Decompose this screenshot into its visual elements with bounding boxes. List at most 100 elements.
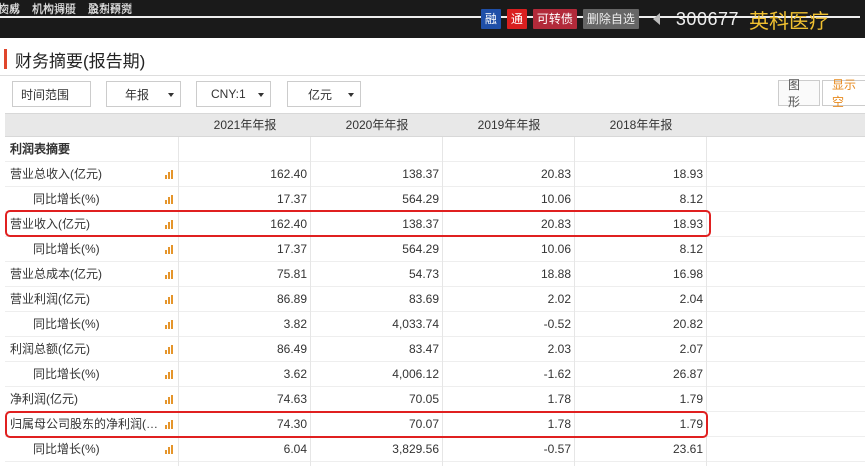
highlight-box	[5, 210, 711, 237]
table-cell: 26.87	[672, 367, 703, 381]
stock-header: 融 通 可转债 删除自选 300677 英科医疗	[480, 0, 865, 38]
table-cell: 4,006.12	[392, 367, 439, 381]
chevron-down-icon	[258, 93, 264, 97]
table-cell: 2.04	[679, 292, 703, 306]
row-label: 营业总收入(亿元)	[10, 167, 102, 181]
bar-chart-icon[interactable]	[165, 195, 175, 204]
column-header: 2020年年报	[345, 118, 409, 132]
row-label: 营业总成本(亿元)	[10, 267, 102, 281]
table-row: 同比增长(%) 6.04 3,829.56 -0.57 23.61	[5, 437, 865, 462]
period-value: 年报	[125, 87, 150, 102]
table-row: 利润总额(亿元) 86.49 83.47 2.03 2.07	[5, 337, 865, 362]
table-cell: 18.88	[540, 267, 571, 281]
table-cell: 86.89	[276, 292, 307, 306]
table-cell: 162.40	[270, 167, 307, 181]
table-cell: 1.78	[547, 392, 571, 406]
bar-chart-icon[interactable]	[165, 370, 175, 379]
row-label: 同比增长(%)	[33, 442, 100, 456]
column-header: 2019年年报	[477, 118, 541, 132]
table-cell: 83.47	[408, 342, 439, 356]
column-header: 2018年年报	[609, 118, 673, 132]
page-title: 财务摘要(报告期)	[15, 51, 146, 71]
table-cell: 1.79	[679, 392, 703, 406]
table-cell: -0.52	[543, 317, 571, 331]
table-row: 同比增长(%) 17.37 564.29 10.06 8.12	[5, 187, 865, 212]
table-cell: 2.02	[547, 292, 571, 306]
time-range-label: 时间范围	[21, 87, 70, 102]
table-cell: 20.83	[540, 167, 571, 181]
table-row: 同比增长(%) 3.82 4,033.74 -0.52 20.82	[5, 312, 865, 337]
row-label: 同比增长(%)	[33, 242, 100, 256]
margin-tag[interactable]: 融	[480, 9, 501, 29]
table-cell: 564.29	[402, 192, 439, 206]
stock-name: 英科医疗	[749, 10, 829, 33]
unit-select[interactable]: 亿元	[287, 81, 361, 107]
table-cell: 8.12	[679, 192, 703, 206]
bar-chart-icon[interactable]	[165, 445, 175, 454]
table-cell: 16.98	[672, 267, 703, 281]
bar-chart-icon[interactable]	[165, 320, 175, 329]
table-cell: 4,033.74	[392, 317, 439, 331]
table-cell: 20.82	[672, 317, 703, 331]
remove-watchlist-button[interactable]: 删除自选	[582, 9, 639, 29]
bar-chart-icon[interactable]	[165, 395, 175, 404]
highlight-box	[5, 411, 708, 438]
time-range-button[interactable]: 时间范围	[12, 81, 91, 107]
show-empty-button[interactable]: 显示空	[822, 78, 865, 109]
accent-bar	[4, 49, 7, 69]
table-cell: -1.62	[543, 367, 571, 381]
table-cell: 75.81	[276, 267, 307, 281]
table-cell: -0.57	[543, 442, 571, 456]
table-cell: 17.37	[276, 242, 307, 256]
currency-value: CNY:1	[211, 87, 246, 101]
bar-chart-icon[interactable]	[165, 245, 175, 254]
period-select[interactable]: 年报	[106, 81, 181, 107]
chart-view-button[interactable]: 图形	[778, 78, 820, 109]
table-cell: 2.03	[547, 342, 571, 356]
convertible-bond-tag[interactable]: 可转债	[532, 9, 577, 29]
row-label: 净利润(亿元)	[10, 392, 78, 406]
table-cell: 54.73	[408, 267, 439, 281]
currency-select[interactable]: CNY:1	[196, 81, 271, 107]
table-row: 营业总成本(亿元) 75.81 54.73 18.88 16.98	[5, 262, 865, 287]
column-header: 2021年年报	[213, 118, 277, 132]
table-cell: 6.04	[283, 442, 307, 456]
table-cell: 83.69	[408, 292, 439, 306]
table-cell: 2.07	[679, 342, 703, 356]
table-cell: 10.06	[540, 192, 571, 206]
table-cell: 70.05	[408, 392, 439, 406]
table-section-row: 利润表摘要	[5, 137, 865, 162]
table-cell: 17.37	[276, 192, 307, 206]
row-label: 同比增长(%)	[33, 192, 100, 206]
row-label: 营业利润(亿元)	[10, 292, 90, 306]
section-header: 财务摘要(报告期)	[0, 46, 145, 72]
table-cell: 8.12	[679, 242, 703, 256]
nav-composition[interactable]: 构成	[0, 0, 20, 16]
table-cell: 74.63	[276, 392, 307, 406]
connect-tag[interactable]: 通	[506, 9, 527, 29]
table-row: 同比增长(%) 3.62 4,006.12 -1.62 26.87	[5, 362, 865, 387]
chevron-down-icon	[348, 93, 354, 97]
table-cell: 3.62	[283, 367, 307, 381]
table-row: 营业总收入(亿元) 162.40 138.37 20.83 18.93	[5, 162, 865, 187]
nav-institution-research[interactable]: 机构调研	[32, 0, 76, 16]
table-cell: 23.61	[672, 442, 703, 456]
table-cell: 3.82	[283, 317, 307, 331]
bar-chart-icon[interactable]	[165, 170, 175, 179]
divider	[0, 75, 865, 76]
show-empty-label: 显示空	[832, 78, 857, 109]
chevron-down-icon	[168, 93, 174, 97]
table-cell: 10.06	[540, 242, 571, 256]
top-bar: 交易 机构持股 股东研究 构成 机构调研 盈利预测 融 通 可转债 删除自选 3…	[0, 0, 865, 38]
bar-chart-icon[interactable]	[165, 345, 175, 354]
prev-stock-icon[interactable]	[652, 13, 660, 25]
bar-chart-icon[interactable]	[165, 295, 175, 304]
bar-chart-icon[interactable]	[165, 270, 175, 279]
row-label: 同比增长(%)	[33, 367, 100, 381]
table-cell: 3,829.56	[392, 442, 439, 456]
row-label: 利润总额(亿元)	[10, 342, 90, 356]
nav-earnings-forecast[interactable]: 盈利预测	[88, 0, 132, 16]
row-label: 同比增长(%)	[33, 317, 100, 331]
table-cell: 86.49	[276, 342, 307, 356]
table-row: 净利润(亿元) 74.63 70.05 1.78 1.79	[5, 387, 865, 412]
